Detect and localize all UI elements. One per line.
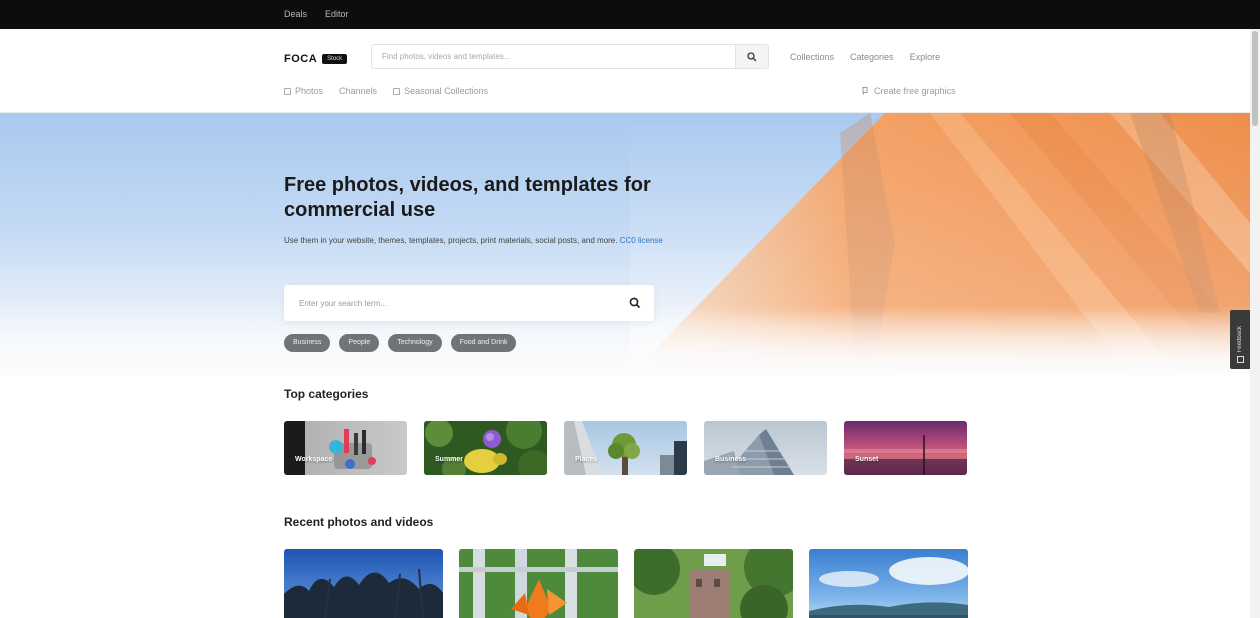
category-card-sunset[interactable]: Sunset [844,421,967,475]
category-thumb-image [329,429,376,469]
photo-thumb-image [634,549,793,618]
subnav-photos[interactable]: Photos [284,86,323,96]
search-icon [629,297,641,309]
hero-search [284,285,654,321]
photo-thumb-image [284,568,443,618]
header-search-input[interactable] [372,45,736,68]
photo-thumb-image [459,549,618,618]
recent-photo-grid [284,549,968,618]
scrollbar-thumb[interactable] [1252,31,1258,126]
header-nav: Collections Categories Explore [790,52,940,62]
category-thumb-image [564,421,687,475]
subnav-seasonal[interactable]: Seasonal Collections [393,86,488,96]
site-header: FOCA Stock Collections Categories Explor… [0,29,1250,113]
create-graphics-label: Create free graphics [874,86,956,96]
subnav-channels-label: Channels [339,86,378,96]
category-thumb-image [844,435,967,475]
nav-explore[interactable]: Explore [910,52,941,62]
sub-nav: Photos Channels Seasonal Collections [284,86,488,96]
nav-categories[interactable]: Categories [850,52,894,62]
category-label: Sunset [855,456,879,463]
photo-card[interactable] [459,549,618,618]
top-bar-links: Deals Editor [284,9,349,19]
create-graphics-link[interactable]: Create free graphics [862,86,956,96]
category-label: Summer [435,456,464,463]
feedback-icon [1236,356,1244,363]
page-scrollbar[interactable] [1250,29,1260,618]
top-link-deals[interactable]: Deals [284,9,307,19]
recent-photos-heading: Recent photos and videos [284,515,434,529]
popular-tags: Business People Technology Food and Drin… [284,334,517,352]
hero-search-input[interactable] [284,285,614,321]
category-card-workspace[interactable]: Workspace [284,421,407,475]
header-search [371,44,769,69]
category-label: Places [575,456,598,463]
photo-card[interactable] [284,549,443,618]
feedback-tab[interactable]: Feedback [1230,310,1250,369]
subnav-channels[interactable]: Channels [339,86,377,96]
photo-thumb-image [809,557,968,618]
category-card-places[interactable]: Places [564,421,687,475]
category-label: Workspace [295,456,333,463]
hero-section: Free photos, videos, and templates for c… [0,113,1250,375]
logo-badge: Stock [322,54,348,64]
tag-chip[interactable]: People [339,334,380,352]
pen-icon [862,87,868,95]
image-icon [284,87,291,95]
tag-chip[interactable]: Technology [388,334,442,352]
category-thumb-image [704,429,794,475]
nav-collections[interactable]: Collections [790,52,834,62]
category-list: Workspace Summer Places Business Sunset [284,421,967,475]
search-icon [747,51,757,61]
top-bar: Deals Editor [0,0,1260,29]
logo[interactable]: FOCA Stock [284,53,348,65]
hero-title: Free photos, videos, and templates for c… [284,174,651,221]
subnav-photos-label: Photos [295,86,324,96]
top-categories-heading: Top categories [284,387,369,401]
category-label: Business [715,456,747,463]
category-card-summer[interactable]: Summer [424,421,547,475]
photo-card[interactable] [809,549,968,618]
hero-description: Use them in your website, themes, templa… [284,234,664,247]
feedback-label: Feedback [1237,325,1243,352]
logo-wordmark: FOCA [284,53,318,65]
header-search-button[interactable] [735,45,768,68]
photo-card[interactable] [634,549,793,618]
grid-icon [393,87,401,95]
top-link-editor[interactable]: Editor [325,9,349,19]
license-link[interactable]: CC0 license [620,236,663,245]
subnav-seasonal-label: Seasonal Collections [404,86,489,96]
hero-description-text: Use them in your website, themes, templa… [284,236,618,245]
tag-chip[interactable]: Business [284,334,331,352]
category-card-business[interactable]: Business [704,421,827,475]
hero-search-button[interactable] [628,296,642,310]
category-thumb-image [424,421,547,475]
tag-chip[interactable]: Food and Drink [450,334,517,352]
